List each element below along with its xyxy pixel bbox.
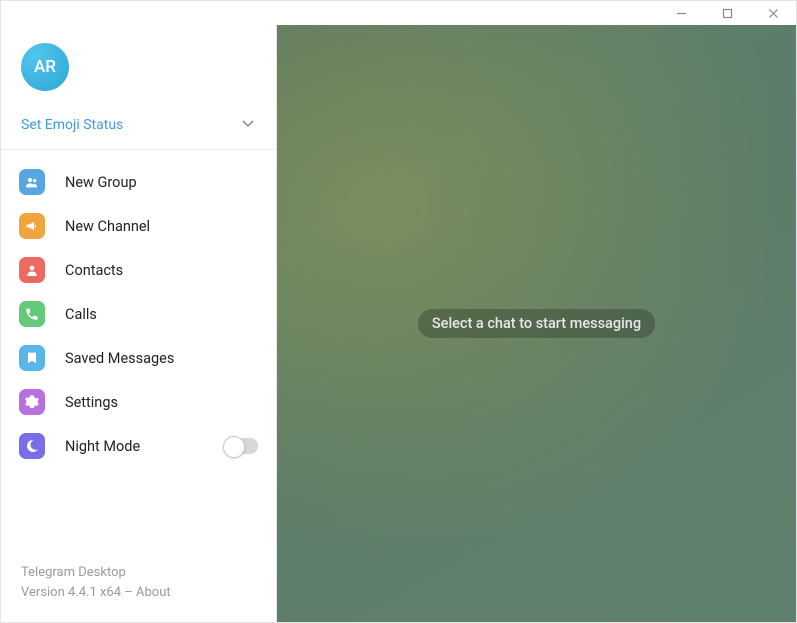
menu-item-night-mode[interactable]: Night Mode [1,424,276,468]
chevron-down-icon [240,115,256,131]
menu-label: Settings [65,394,258,411]
close-button[interactable] [750,1,796,25]
app-window: AR Set Emoji Status New Group [0,0,797,623]
menu-item-calls[interactable]: Calls [1,292,276,336]
minimize-button[interactable] [658,1,704,25]
menu-label: New Group [65,174,258,191]
maximize-button[interactable] [704,1,750,25]
app-name-text: Telegram Desktop [21,563,256,583]
menu-item-settings[interactable]: Settings [1,380,276,424]
person-icon [19,257,45,283]
sidebar: AR Set Emoji Status New Group [1,25,277,622]
menu-label: Contacts [65,262,258,279]
minimize-icon [676,8,687,19]
megaphone-icon [19,213,45,239]
phone-icon [19,301,45,327]
version-about-link[interactable]: Version 4.4.1 x64 – About [21,583,256,603]
gear-icon [19,389,45,415]
profile-area: AR [1,25,276,105]
group-icon [19,169,45,195]
close-icon [768,8,779,19]
menu-item-saved-messages[interactable]: Saved Messages [1,336,276,380]
empty-chat-placeholder: Select a chat to start messaging [418,309,655,338]
main-menu: New Group New Channel Contacts [1,150,276,474]
emoji-status-row: Set Emoji Status [1,105,276,150]
menu-item-contacts[interactable]: Contacts [1,248,276,292]
menu-label: New Channel [65,218,258,235]
sidebar-footer: Telegram Desktop Version 4.4.1 x64 – Abo… [1,547,276,622]
chat-area: Select a chat to start messaging [277,25,796,622]
moon-icon [19,433,45,459]
menu-label: Night Mode [65,438,204,455]
window-titlebar [1,1,796,25]
maximize-icon [722,8,733,19]
expand-accounts-button[interactable] [240,115,256,135]
menu-item-new-group[interactable]: New Group [1,160,276,204]
avatar[interactable]: AR [21,43,69,91]
night-mode-toggle[interactable] [224,438,258,454]
menu-label: Calls [65,306,258,323]
menu-item-new-channel[interactable]: New Channel [1,204,276,248]
menu-label: Saved Messages [65,350,258,367]
bookmark-icon [19,345,45,371]
set-emoji-status-link[interactable]: Set Emoji Status [21,117,123,133]
